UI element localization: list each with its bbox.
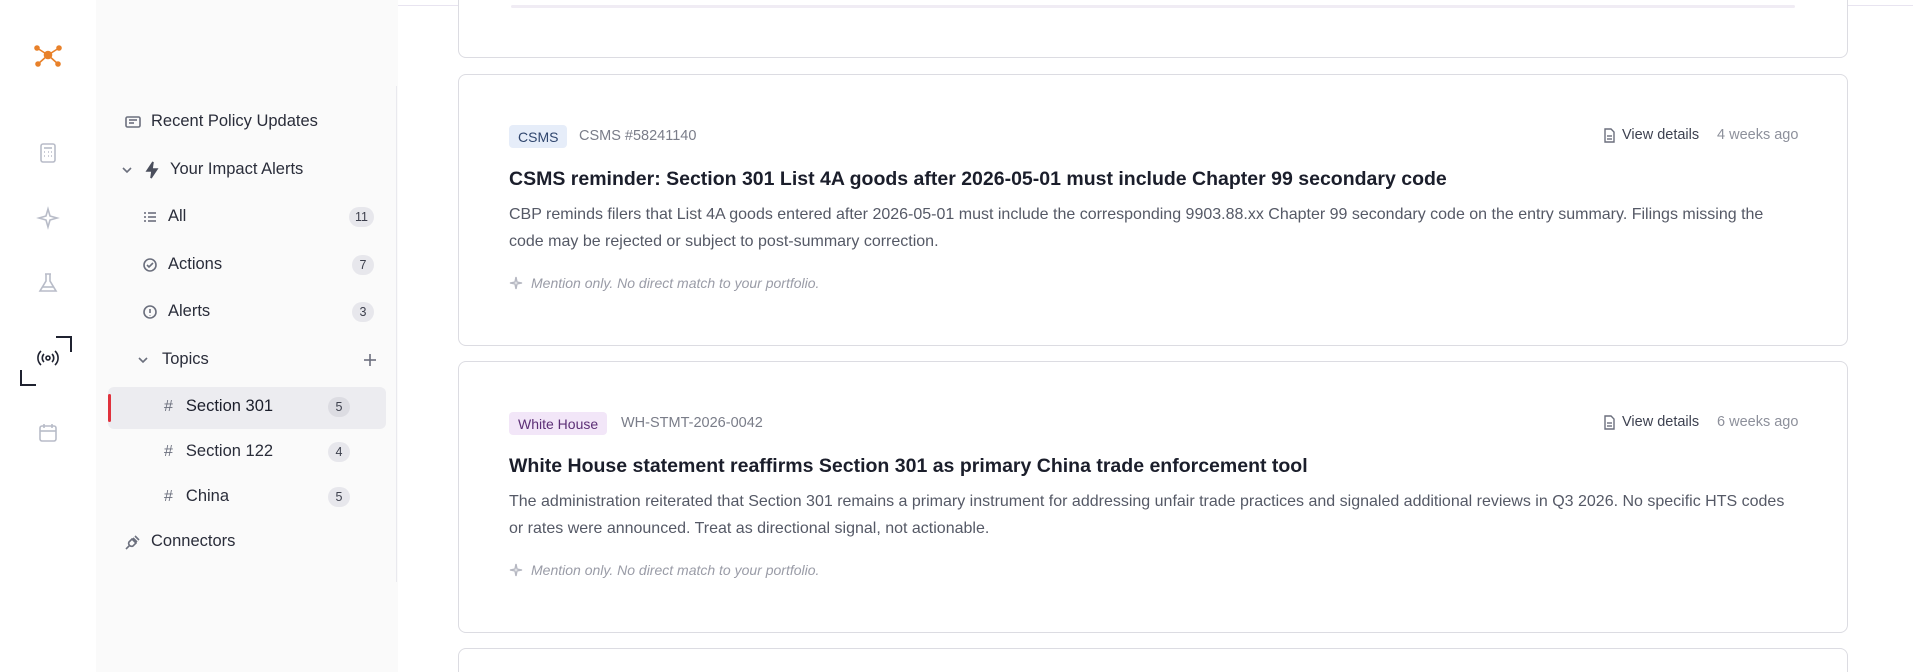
- network-logo-icon[interactable]: [32, 39, 64, 71]
- reference-id: WH-STMT-2026-0042: [621, 415, 763, 431]
- flask-icon[interactable]: [32, 267, 64, 299]
- sidebar-item-connectors[interactable]: Connectors: [124, 532, 235, 551]
- card-body: CBP reminds filers that List 4A goods en…: [509, 206, 1764, 250]
- add-topic-icon[interactable]: [362, 352, 378, 368]
- sidebar-item-topics[interactable]: Topics: [136, 350, 376, 369]
- sidebar-item-recent-policy-updates[interactable]: Recent Policy Updates: [124, 112, 318, 131]
- sidebar-divider: [396, 86, 397, 582]
- update-card[interactable]: White House WH-STMT-2026-0042 View detai…: [458, 361, 1848, 633]
- sidebar-item-label: Recent Policy Updates: [151, 112, 318, 130]
- timestamp: 4 weeks ago: [1717, 127, 1799, 143]
- calculator-icon[interactable]: [32, 137, 64, 169]
- sidebar-topic-section-301[interactable]: # Section 301 5: [164, 396, 350, 417]
- count-badge: 3: [352, 301, 374, 322]
- card-title[interactable]: White House statement reaffirms Section …: [509, 455, 1308, 478]
- sidebar: Recent Policy Updates Your Impact Alerts…: [96, 0, 398, 672]
- hash-icon: #: [164, 487, 173, 505]
- view-details-link[interactable]: View details: [1603, 127, 1699, 143]
- update-card-next[interactable]: [458, 648, 1848, 672]
- sidebar-item-label: Section 122: [185, 442, 274, 460]
- sidebar-item-label: Your Impact Alerts: [170, 160, 304, 178]
- view-details-link[interactable]: View details: [1603, 414, 1699, 430]
- check-circle-icon: [143, 257, 157, 272]
- sparkle-icon[interactable]: [32, 202, 64, 234]
- icon-rail: [0, 0, 96, 672]
- mention-note: Mention only. No direct match to your po…: [509, 275, 819, 291]
- sidebar-item-impact-alerts[interactable]: Your Impact Alerts: [120, 160, 303, 179]
- active-topic-marker: [108, 394, 111, 422]
- count-badge: 11: [349, 206, 374, 227]
- newspaper-icon: [125, 115, 141, 128]
- sidebar-item-label: Connectors: [151, 532, 236, 550]
- info-circle-icon: [143, 304, 157, 319]
- mention-text: Mention only. No direct match to your po…: [531, 562, 820, 578]
- chevron-down-icon[interactable]: [120, 163, 134, 177]
- timestamp: 6 weeks ago: [1717, 414, 1799, 430]
- chevron-down-icon[interactable]: [136, 353, 150, 367]
- document-icon: [1604, 127, 1615, 143]
- sparkle-icon: [509, 276, 523, 290]
- list-icon: [144, 211, 156, 222]
- card-title[interactable]: CSMS reminder: Section 301 List 4A goods…: [509, 168, 1447, 191]
- source-tag: CSMS: [509, 125, 568, 148]
- sidebar-item-label: Actions: [168, 255, 223, 273]
- sidebar-item-actions[interactable]: Actions 7: [142, 254, 374, 275]
- broadcast-icon[interactable]: [32, 342, 64, 374]
- document-icon: [1604, 414, 1615, 430]
- card-body: The administration reiterated that Secti…: [509, 493, 1785, 537]
- update-card-previous[interactable]: [458, 0, 1848, 58]
- sidebar-item-label: All: [168, 207, 187, 225]
- sidebar-item-alerts[interactable]: Alerts 3: [142, 301, 374, 322]
- bolt-icon: [145, 161, 159, 178]
- mention-note: Mention only. No direct match to your po…: [509, 562, 819, 578]
- hash-icon: #: [164, 442, 173, 460]
- sidebar-topic-china[interactable]: # China 5: [164, 486, 350, 507]
- sidebar-item-all[interactable]: All 11: [142, 206, 374, 227]
- update-card[interactable]: CSMS CSMS #58241140 View details 4 weeks…: [458, 74, 1848, 346]
- sidebar-topic-section-122[interactable]: # Section 122 4: [164, 441, 350, 462]
- count-badge: 5: [328, 396, 350, 417]
- sidebar-item-label: Alerts: [168, 302, 211, 320]
- reference-id: CSMS #58241140: [579, 128, 697, 144]
- calendar-icon[interactable]: [32, 417, 64, 449]
- sparkle-icon: [509, 563, 523, 577]
- sidebar-item-label: China: [185, 487, 230, 505]
- view-details-label: View details: [1622, 414, 1700, 430]
- count-badge: 4: [328, 441, 350, 462]
- plug-icon: [125, 534, 140, 550]
- sidebar-item-label: Section 301: [185, 397, 274, 415]
- mention-text: Mention only. No direct match to your po…: [531, 275, 820, 291]
- count-badge: 7: [352, 254, 374, 275]
- hash-icon: #: [164, 397, 173, 415]
- source-tag: White House: [509, 412, 608, 435]
- view-details-label: View details: [1622, 127, 1700, 143]
- count-badge: 5: [328, 486, 350, 507]
- sidebar-item-label: Topics: [162, 350, 209, 368]
